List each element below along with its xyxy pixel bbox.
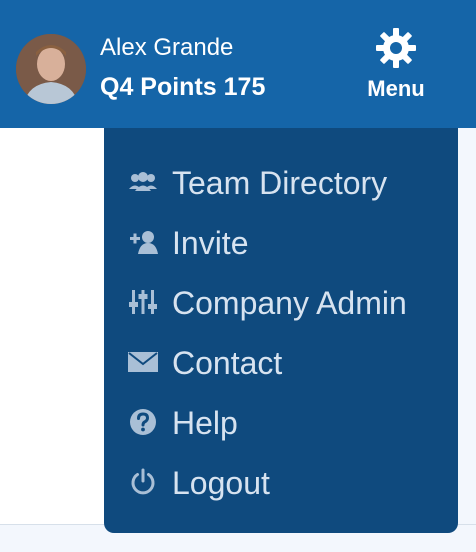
team-icon xyxy=(126,168,160,196)
menu-item-logout[interactable]: Logout xyxy=(104,456,458,508)
menu-item-help[interactable]: Help xyxy=(104,396,458,448)
sliders-icon xyxy=(126,288,160,316)
menu-button[interactable]: Menu xyxy=(350,22,442,118)
power-icon xyxy=(126,468,160,496)
menu-item-invite[interactable]: Invite xyxy=(104,216,458,268)
top-header: Alex Grande Q4 Points 175 Menu xyxy=(0,0,476,128)
add-user-icon xyxy=(126,228,160,256)
page-background-panel xyxy=(0,128,104,524)
question-icon xyxy=(126,408,160,436)
menu-item-label: Invite xyxy=(172,225,249,261)
menu-item-contact[interactable]: Contact xyxy=(104,336,458,388)
user-name: Alex Grande xyxy=(100,34,234,61)
points-summary: Q4 Points 175 xyxy=(100,73,266,101)
menu-item-label: Logout xyxy=(172,465,270,501)
avatar[interactable] xyxy=(16,34,86,104)
gear-icon xyxy=(376,28,416,68)
menu-item-team-directory[interactable]: Team Directory xyxy=(104,156,458,208)
menu-item-label: Team Directory xyxy=(172,165,388,201)
menu-dropdown: Team Directory Invite Company Admin Cont… xyxy=(104,128,458,533)
menu-item-company-admin[interactable]: Company Admin xyxy=(104,276,458,328)
menu-item-label: Help xyxy=(172,405,238,441)
menu-item-label: Contact xyxy=(172,345,283,381)
menu-item-label: Company Admin xyxy=(172,285,407,321)
menu-label: Menu xyxy=(367,76,425,101)
envelope-icon xyxy=(126,348,160,376)
